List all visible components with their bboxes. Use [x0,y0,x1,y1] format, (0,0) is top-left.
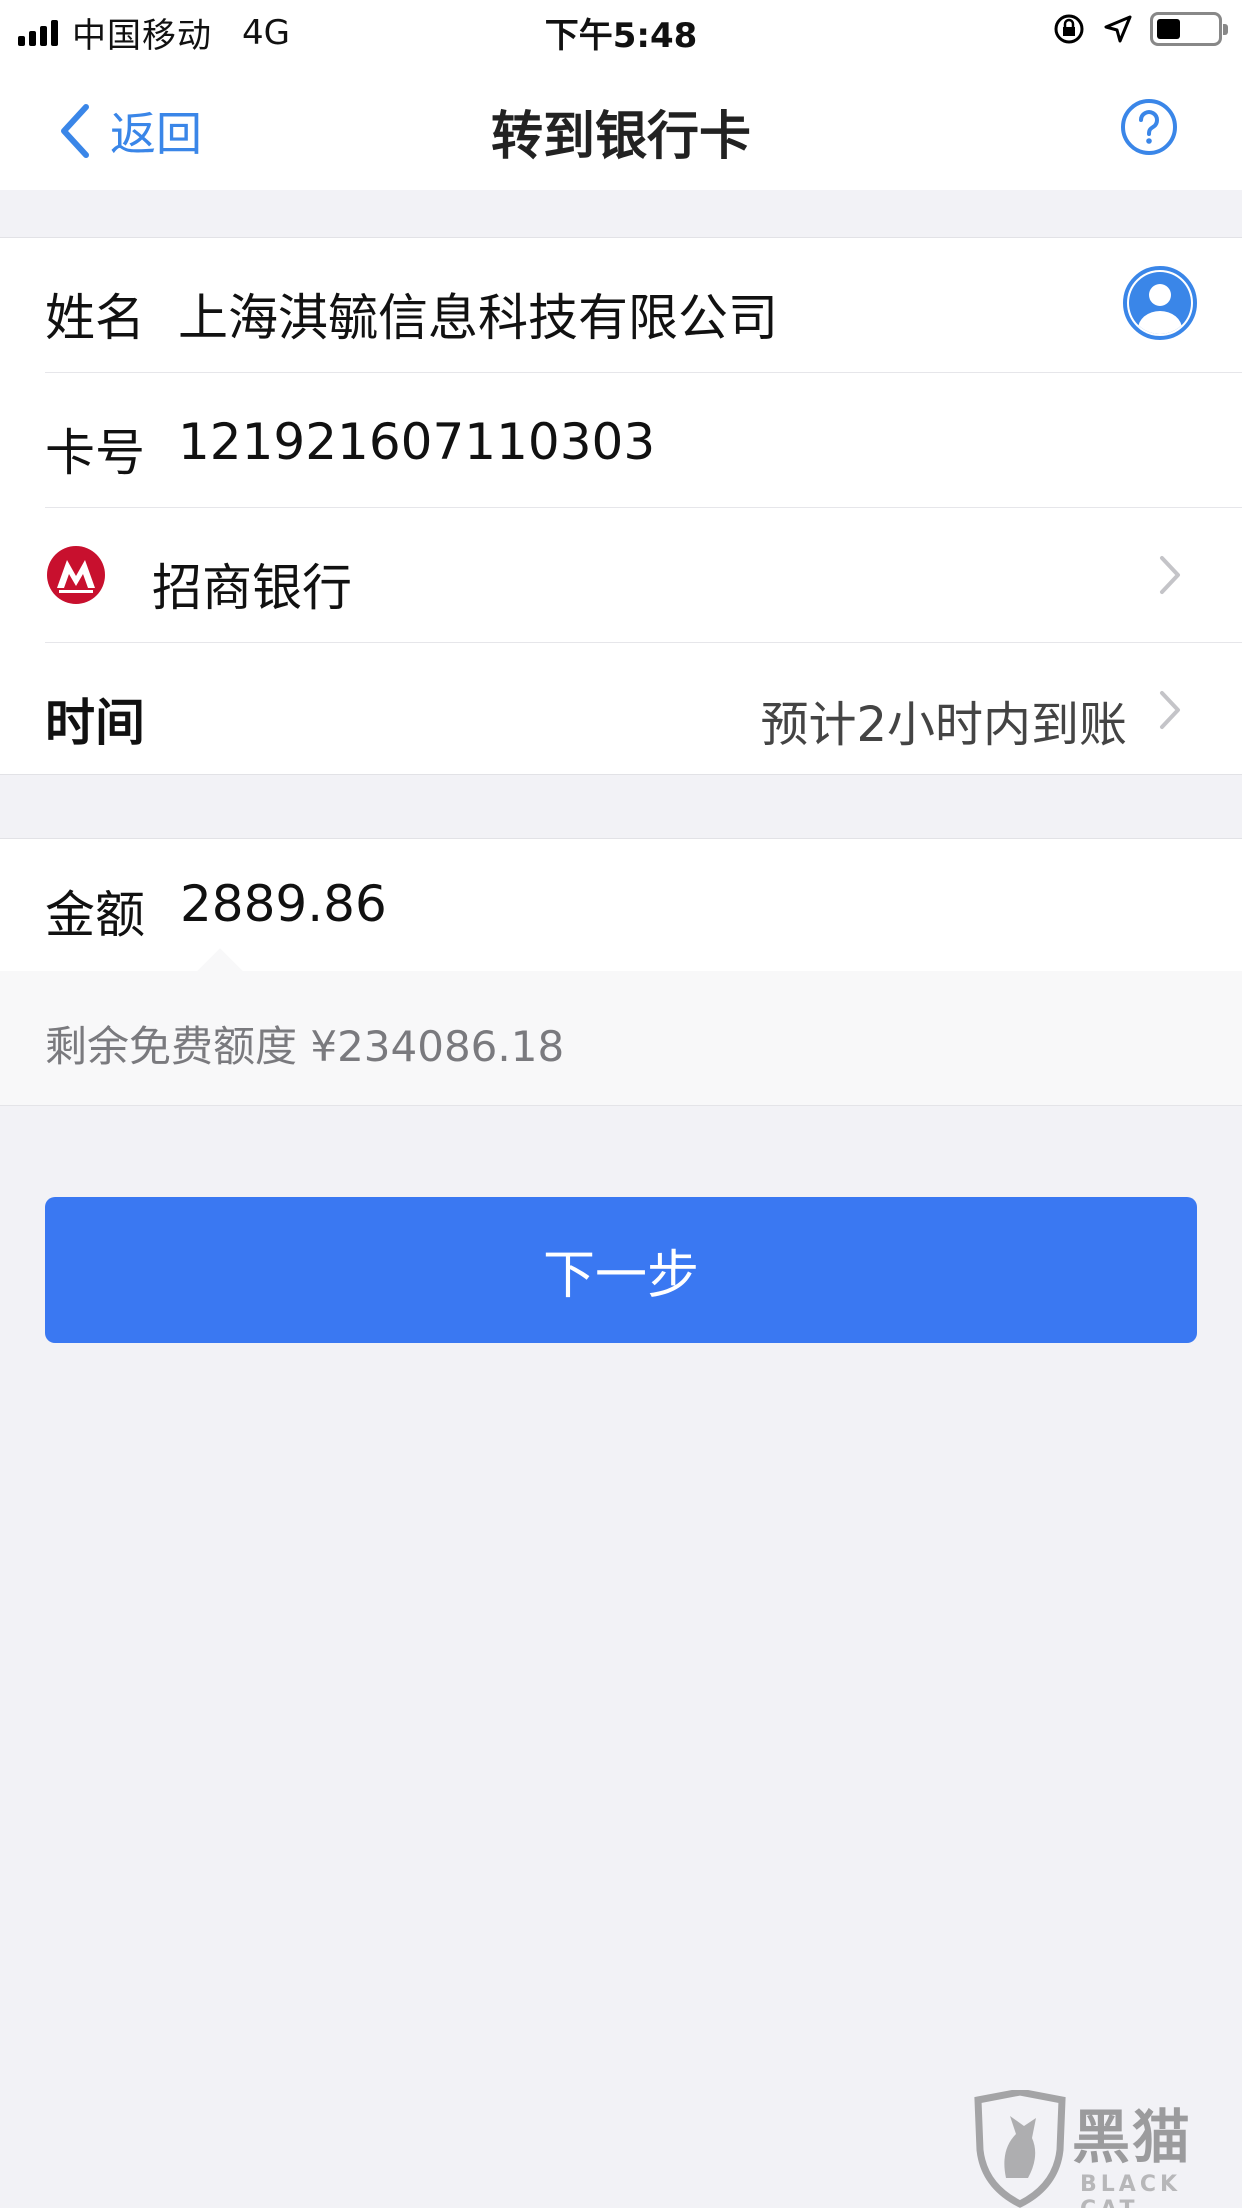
quota-text: 剩余免费额度 ¥234086.18 [45,1022,565,1071]
battery-fill [1157,19,1180,39]
battery-icon [1150,12,1228,46]
contact-person-icon[interactable] [1122,265,1198,341]
watermark-logo: 黑猫 BLACK CAT [962,2088,1242,2208]
nav-bar: 返回 转到银行卡 [0,60,1242,190]
amount-card: 金额 2889.86 [0,838,1242,971]
name-value[interactable]: 上海淇毓信息科技有限公司 [178,278,778,350]
watermark-text: 黑猫 [1072,2103,1193,2171]
question-circle-icon [1121,99,1177,155]
quota-tip: 剩余免费额度 ¥234086.18 [0,948,1242,1106]
bank-row[interactable]: 招商银行 [0,508,1242,643]
payee-card: 姓名 上海淇毓信息科技有限公司 卡号 121921607110303 招商银行 [0,237,1242,775]
bank-name: 招商银行 [152,559,352,617]
status-right [1052,12,1228,46]
next-step-button[interactable]: 下一步 [45,1197,1197,1343]
location-arrow-icon [1104,15,1132,43]
chevron-right-icon [1160,556,1180,594]
card-label: 卡号 [45,424,145,482]
card-row: 卡号 121921607110303 [0,373,1242,508]
card-value[interactable]: 121921607110303 [178,413,655,471]
amount-label: 金额 [45,886,145,944]
name-label: 姓名 [45,289,145,347]
amount-input[interactable]: 2889.86 [180,875,387,933]
time-row[interactable]: 时间 预计2小时内到账 [0,643,1242,778]
page-title: 转到银行卡 [490,107,751,167]
watermark-subtext: BLACK CAT [1080,2172,1182,2208]
name-row: 姓名 上海淇毓信息科技有限公司 [0,238,1242,373]
time-label: 时间 [45,694,145,752]
cmb-bank-logo [47,546,105,604]
status-bar: 中国移动 4G 下午5:48 [0,0,1242,60]
time-value: 预计2小时内到账 [760,697,1127,753]
help-button[interactable] [1120,98,1178,160]
cat-shield-icon [974,2090,1066,2208]
chevron-right-icon [1160,691,1180,729]
orientation-lock-icon [1054,14,1084,44]
